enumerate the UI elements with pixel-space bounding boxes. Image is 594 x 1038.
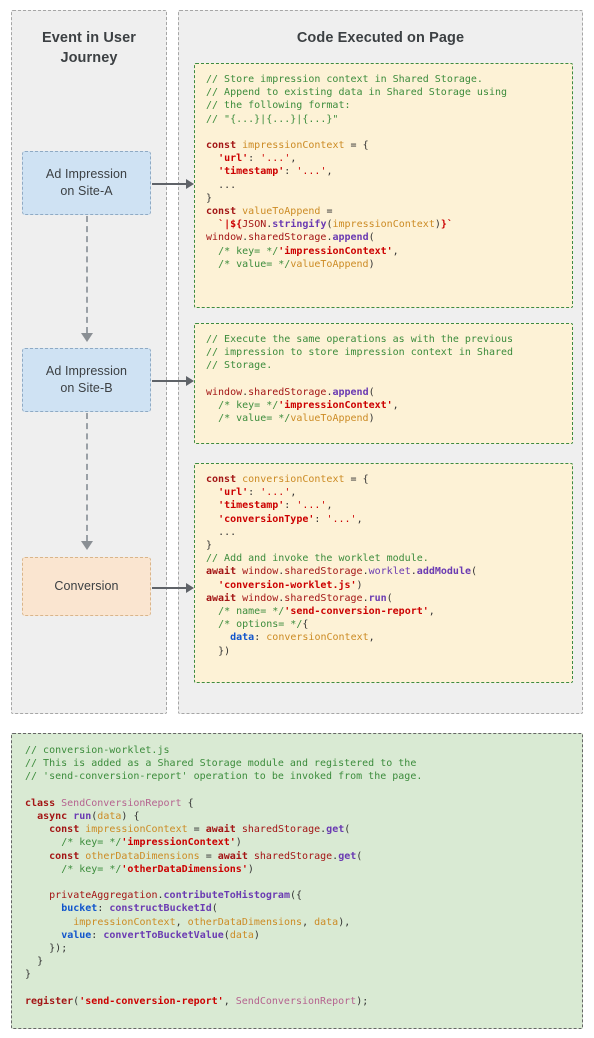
arrow-conversion-to-code xyxy=(152,583,194,593)
flow-box-b-line1: Ad Impression xyxy=(45,364,128,378)
arrowhead-right-icon xyxy=(186,583,194,593)
flow-box-conversion: Conversion xyxy=(22,557,151,616)
code-line: /* key= */'impressionContext') xyxy=(61,837,242,849)
code-line: value: convertToBucketValue(data) xyxy=(61,929,260,941)
code-line: privateAggregation.contributeToHistogram… xyxy=(49,890,303,902)
arrow-shaft xyxy=(152,380,187,382)
code-line: // Execute the same operations as with t… xyxy=(206,334,514,345)
code-line: /* key= */'impressionContext', xyxy=(218,400,399,412)
code-line: 'conversionType': '...', xyxy=(218,513,363,525)
right-panel-title: Code Executed on Page xyxy=(296,30,465,46)
flow-box-ad-impression-site-b: Ad Impression on Site-B xyxy=(22,348,151,412)
code-line: bucket: constructBucketId( xyxy=(61,903,218,915)
code-line: /* value= */valueToAppend) xyxy=(218,258,375,270)
code-line: await window.sharedStorage.run( xyxy=(206,592,393,604)
code-line: // Add and invoke the worklet module. xyxy=(206,553,429,565)
arrowhead-right-icon xyxy=(186,179,194,189)
flow-box-ad-impression-site-a: Ad Impression on Site-A xyxy=(22,151,151,215)
code-block-site-b: // Execute the same operations as with t… xyxy=(194,323,573,444)
code-line: ... xyxy=(218,179,237,191)
code-line: } xyxy=(206,192,213,204)
code-line: // conversion-worklet.js xyxy=(25,745,170,756)
code-line: 'url': '...', xyxy=(218,153,297,165)
arrow-shaft xyxy=(152,183,187,185)
code-line: 'timestamp': '...', xyxy=(218,500,333,512)
arrow-site-a-to-code xyxy=(152,179,194,189)
code-line: }) xyxy=(218,645,231,657)
code-line: const impressionContext = { xyxy=(206,140,369,152)
code-line: `|${JSON.stringify(impressionContext)}` xyxy=(218,219,453,231)
code-line: register('send-conversion-report', SendC… xyxy=(25,995,369,1007)
code-block-conversion: const conversionContext = { 'url': '...'… xyxy=(194,463,573,683)
code-line: data: conversionContext, xyxy=(230,632,375,644)
code-line: await window.sharedStorage.worklet.addMo… xyxy=(206,566,478,578)
arrow-shaft xyxy=(152,587,187,589)
code-block-worklet: // conversion-worklet.js // This is added… xyxy=(11,733,583,1029)
code-line: ... xyxy=(218,526,237,538)
code-line: 'timestamp': '...', xyxy=(218,166,333,178)
left-panel-title: Event in User Journey xyxy=(42,30,136,66)
code-line: }); xyxy=(49,943,68,955)
code-line: impressionContext, otherDataDimensions, … xyxy=(73,916,351,928)
code-line: // Storage. xyxy=(206,360,273,372)
code-line: /* name= */'send-conversion-report', xyxy=(218,606,435,618)
arrowhead-down-b-to-conversion xyxy=(81,541,93,550)
arrowhead-right-icon xyxy=(186,376,194,386)
code-line: } xyxy=(37,956,44,968)
flow-box-a-line1: Ad Impression xyxy=(45,167,128,181)
arrowhead-down-a-to-b xyxy=(81,333,93,342)
flow-box-a-line2: on Site-A xyxy=(60,184,113,198)
code-line: window.sharedStorage.append( xyxy=(206,386,375,398)
code-line: // Store impression context in Shared St… xyxy=(206,74,483,85)
diagram-root: Event in User Journey Code Executed on P… xyxy=(0,0,594,1038)
code-line: window.sharedStorage.append( xyxy=(206,232,375,244)
code-line: 'url': '...', xyxy=(218,487,297,499)
code-block-site-a: // Store impression context in Shared St… xyxy=(194,63,573,308)
flow-box-b-line2: on Site-B xyxy=(60,381,113,395)
code-line: const conversionContext = { xyxy=(206,474,369,485)
code-line: // the following format: xyxy=(206,100,351,112)
flow-box-conversion-label: Conversion xyxy=(54,579,119,593)
code-line: // 'send-conversion-report' operation to… xyxy=(25,771,423,783)
code-line: const valueToAppend = xyxy=(206,206,333,218)
code-line: // Append to existing data in Shared Sto… xyxy=(206,87,508,99)
code-line: const otherDataDimensions = await shared… xyxy=(49,850,363,862)
code-line: /* key= */'impressionContext', xyxy=(218,245,399,257)
code-line: class SendConversionReport { xyxy=(25,797,194,809)
code-line: const impressionContext = await sharedSt… xyxy=(49,824,351,836)
code-line: } xyxy=(25,969,32,981)
code-line: /* options= */{ xyxy=(218,619,309,631)
connector-a-to-b xyxy=(86,216,88,333)
code-line: // "{...}|{...}|{...}" xyxy=(206,113,339,125)
code-line: // impression to store impression contex… xyxy=(206,347,514,359)
code-line: /* value= */valueToAppend) xyxy=(218,413,375,425)
code-line: async run(data) { xyxy=(37,811,140,823)
connector-b-to-conversion xyxy=(86,413,88,541)
code-line: /* key= */'otherDataDimensions') xyxy=(61,863,254,875)
code-line: } xyxy=(206,540,213,552)
arrow-site-b-to-code xyxy=(152,376,194,386)
code-line: 'conversion-worklet.js') xyxy=(218,579,363,591)
code-line: // This is added as a Shared Storage mod… xyxy=(25,758,417,770)
